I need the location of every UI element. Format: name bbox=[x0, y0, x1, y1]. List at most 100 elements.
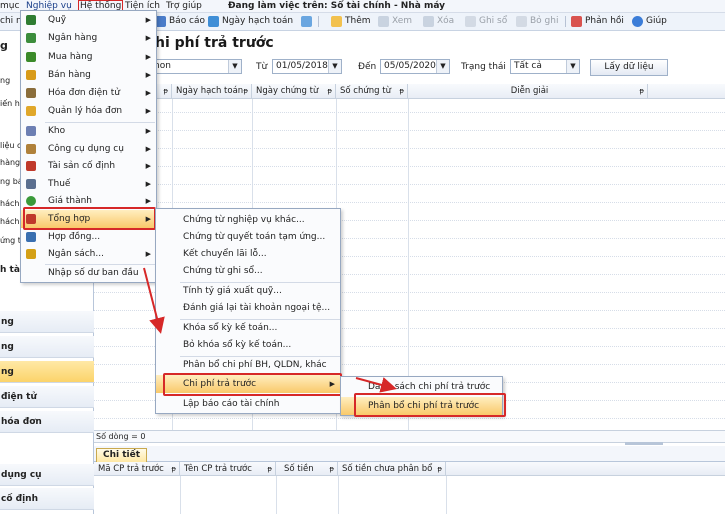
nav-partial-item[interactable]: ng bbox=[0, 76, 10, 85]
pin-icon[interactable]: ᵽ bbox=[267, 462, 272, 476]
pin-icon[interactable]: ᵽ bbox=[243, 84, 248, 99]
grid-col-posting-date[interactable]: Ngày hạch toán ᵽ bbox=[172, 84, 252, 99]
add-button[interactable]: Thêm bbox=[331, 14, 371, 29]
nav-section-active[interactable]: ng bbox=[0, 361, 94, 383]
menu-item-quan-ly-hoa-don[interactable]: Quản lý hóa đơn ▶ bbox=[21, 102, 156, 120]
grid-row-line bbox=[94, 202, 725, 203]
menu-item-label: Giá thành bbox=[48, 196, 93, 206]
menu-item-ct-nghiep-vu-khac[interactable]: Chứng từ nghiệp vụ khác... bbox=[156, 211, 340, 229]
menu-item-thue[interactable]: Thuế ▶ bbox=[21, 175, 156, 193]
purchase-icon bbox=[26, 52, 36, 62]
nav-section[interactable]: dụng cụ bbox=[0, 464, 94, 486]
help-page-button[interactable] bbox=[301, 14, 315, 29]
view-button[interactable]: Xem bbox=[378, 14, 412, 29]
detail-col-name[interactable]: Tên CP trả trước ᵽ bbox=[180, 462, 276, 476]
menu-item-hop-dong[interactable]: Hợp đồng... bbox=[21, 228, 156, 246]
pin-icon[interactable]: ᵽ bbox=[171, 462, 176, 476]
menu-item-label: Khóa sổ kỳ kế toán... bbox=[183, 323, 278, 333]
menu-item-tai-san-co-dinh[interactable]: Tài sản cố định ▶ bbox=[21, 157, 156, 175]
menu-item-gia-thanh[interactable]: Giá thành ▶ bbox=[21, 192, 156, 210]
pin-icon[interactable]: ᵽ bbox=[399, 84, 404, 99]
delete-icon bbox=[423, 16, 434, 27]
menu-item-danh-sach-cp[interactable]: Danh sách chi phí trả trước bbox=[341, 378, 502, 396]
menu-tro-giup[interactable]: Trợ giúp bbox=[166, 0, 202, 12]
splitter-handle[interactable] bbox=[625, 442, 663, 445]
nav-section[interactable]: ng bbox=[0, 336, 94, 358]
pin-icon[interactable]: ᵽ bbox=[639, 84, 644, 99]
menu-item-label: Bán hàng bbox=[48, 70, 91, 80]
menu-item-lap-bao-cao[interactable]: Lập báo cáo tài chính bbox=[156, 395, 340, 413]
help-button[interactable]: Giúp bbox=[632, 14, 667, 29]
chevron-right-icon: ▶ bbox=[145, 127, 151, 135]
detail-divider bbox=[180, 476, 181, 514]
nav-section[interactable]: ng bbox=[0, 311, 94, 333]
toolbar-separator bbox=[318, 16, 319, 27]
menu-item-hoa-don-dien-tu[interactable]: Hóa đơn điện tử ▶ bbox=[21, 84, 156, 102]
grid-col-doc-date[interactable]: Ngày chứng từ ᵽ bbox=[252, 84, 336, 99]
pin-icon[interactable]: ᵽ bbox=[329, 462, 334, 476]
menu-item-label: Phân bổ chi phí trả trước bbox=[368, 401, 480, 411]
tools-icon bbox=[26, 144, 36, 154]
pin-icon[interactable]: ᵽ bbox=[163, 84, 168, 99]
delete-button[interactable]: Xóa bbox=[423, 14, 454, 29]
menu-item-label: Hợp đồng... bbox=[48, 232, 101, 242]
filter-combo[interactable]: non ▼ bbox=[150, 59, 242, 74]
grid-col-description[interactable]: Diễn giải ᵽ bbox=[408, 84, 648, 99]
detail-col-amount[interactable]: Số tiền ᵽ bbox=[276, 462, 338, 476]
menu-item-ty-gia[interactable]: Tính tỷ giá xuất quỹ... bbox=[156, 282, 340, 300]
toolbar-separator bbox=[565, 16, 566, 27]
grid-col-doc-no[interactable]: Số chứng từ ᵽ bbox=[336, 84, 408, 99]
calendar-dropdown-icon[interactable]: ▼ bbox=[328, 60, 341, 73]
menu-item-phan-bo-chi-phi[interactable]: Phân bổ chi phí BH, QLDN, khác bbox=[156, 356, 340, 374]
status-select[interactable]: Tất cả ▼ bbox=[510, 59, 580, 74]
einvoice-icon bbox=[26, 88, 36, 98]
menu-danh-muc[interactable]: mục bbox=[0, 0, 19, 12]
to-date-input[interactable]: 05/05/2020 ▼ bbox=[380, 59, 450, 74]
menu-item-chi-phi-tra-truoc[interactable]: Chi phí trả trước ▶ bbox=[156, 375, 340, 393]
post-button[interactable]: Ghi sổ bbox=[465, 14, 507, 29]
menu-item-ban-hang[interactable]: Bán hàng ▶ bbox=[21, 66, 156, 84]
menu-item-nhap-so-du[interactable]: Nhập số dư ban đầu bbox=[21, 264, 156, 282]
unpost-button[interactable]: Bỏ ghi bbox=[516, 14, 558, 29]
bank-icon bbox=[26, 33, 36, 43]
menu-item-quy[interactable]: Quỹ ▶ bbox=[21, 11, 156, 29]
col-label: Diễn giải bbox=[510, 86, 549, 96]
menu-item-bo-khoa-so[interactable]: Bỏ khóa sổ kỳ kế toán... bbox=[156, 336, 340, 354]
chevron-down-icon[interactable]: ▼ bbox=[228, 60, 241, 73]
workspace-label: Đang làm việc trên: Sổ tài chính - Nhà m… bbox=[228, 1, 445, 11]
menu-item-kho[interactable]: Kho ▶ bbox=[21, 122, 156, 140]
menu-item-danh-gia-lai[interactable]: Đánh giá lại tài khoản ngoại tệ... bbox=[156, 299, 340, 317]
chevron-right-icon: ▶ bbox=[145, 71, 151, 79]
menu-item-khoa-so[interactable]: Khóa sổ kỳ kế toán... bbox=[156, 319, 340, 337]
nav-section[interactable]: cố định bbox=[0, 488, 94, 510]
pin-icon[interactable]: ᵽ bbox=[327, 84, 332, 99]
menu-item-cong-cu-dung-cu[interactable]: Công cụ dụng cụ ▶ bbox=[21, 140, 156, 158]
nav-section[interactable]: hóa đơn bbox=[0, 411, 94, 433]
chevron-right-icon: ▶ bbox=[145, 162, 151, 170]
nav-partial-item[interactable]: g bbox=[0, 39, 8, 52]
menu-item-phan-bo-cp[interactable]: Phân bổ chi phí trả trước bbox=[341, 397, 502, 415]
menu-item-label: Tính tỷ giá xuất quỹ... bbox=[183, 286, 282, 296]
menu-item-label: Kho bbox=[48, 126, 66, 136]
posting-date-button[interactable]: Ngày hạch toán bbox=[208, 14, 293, 29]
load-data-button[interactable]: Lấy dữ liệu bbox=[590, 59, 668, 76]
mail-icon bbox=[571, 16, 582, 27]
tab-detail[interactable]: Chi tiết bbox=[96, 448, 148, 462]
calendar-dropdown-icon[interactable]: ▼ bbox=[436, 60, 449, 73]
menu-item-tong-hop[interactable]: Tổng hợp ▶ bbox=[21, 210, 156, 228]
chevron-down-icon[interactable]: ▼ bbox=[566, 60, 579, 73]
menu-item-mua-hang[interactable]: Mua hàng ▶ bbox=[21, 48, 156, 66]
from-date-input[interactable]: 01/05/2018 ▼ bbox=[272, 59, 342, 74]
menu-item-ngan-hang[interactable]: Ngân hàng ▶ bbox=[21, 29, 156, 47]
detail-col-code[interactable]: Mã CP trả trước ᵽ bbox=[94, 462, 180, 476]
pin-icon[interactable]: ᵽ bbox=[437, 462, 442, 476]
menu-item-ct-ghi-so[interactable]: Chứng từ ghi sổ... bbox=[156, 262, 340, 280]
detail-col-unallocated[interactable]: Số tiền chưa phân bổ ᵽ bbox=[338, 462, 446, 476]
menu-chi-phi-dropdown: Danh sách chi phí trả trước Phân bổ chi … bbox=[340, 376, 503, 416]
menu-item-ket-chuyen[interactable]: Kết chuyển lãi lỗ... bbox=[156, 245, 340, 263]
feedback-button[interactable]: Phản hồi bbox=[571, 14, 624, 29]
menu-item-ngan-sach[interactable]: Ngân sách... ▶ bbox=[21, 245, 156, 263]
menu-item-ct-quyet-toan[interactable]: Chứng từ quyết toán tạm ứng... bbox=[156, 228, 340, 246]
nav-section[interactable]: điện tử bbox=[0, 386, 94, 408]
report-button[interactable]: Báo cáo bbox=[155, 14, 205, 29]
